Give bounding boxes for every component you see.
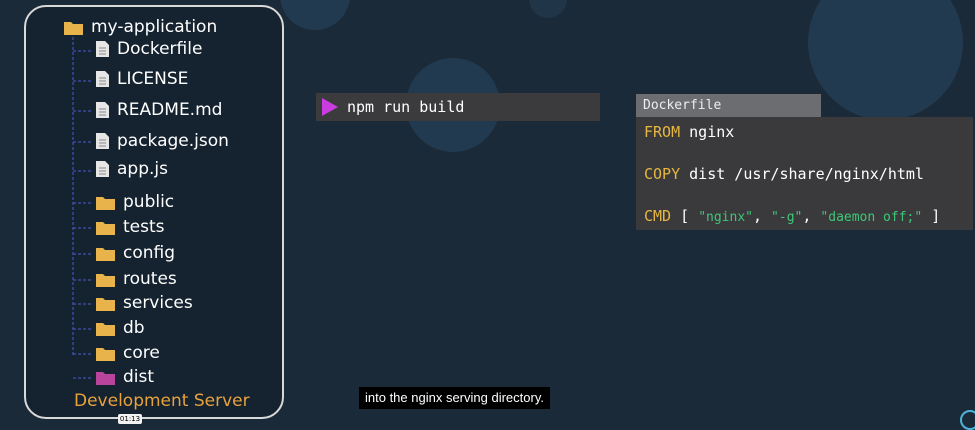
bracket: ] [931,207,941,225]
tree-folder[interactable]: routes [96,269,177,289]
dockerfile-body: FROM nginx COPY dist /usr/share/nginx/ht… [636,117,973,230]
tree-file-label: README.md [117,100,223,120]
tree-folder[interactable]: core [96,343,160,363]
tree-folder[interactable]: services [96,293,193,313]
tree-file[interactable]: app.js [96,159,168,179]
terminal-command: npm run build [316,93,600,121]
file-icon [96,71,109,87]
folder-icon [96,347,115,361]
tree-file-label: package.json [117,131,229,151]
file-tree-panel: my-application Dockerfile LICENSE README… [24,5,284,419]
line-text: dist /usr/share/nginx/html [689,165,924,183]
video-caption: into the nginx serving directory. [359,387,550,409]
keyword: COPY [644,165,681,183]
folder-icon [96,322,115,336]
bg-circle [280,0,350,30]
dockerfile-line: CMD [ "nginx", "-g", "daemon off;" ] [644,207,941,225]
tree-folder-label: services [123,293,193,313]
folder-icon [96,247,115,261]
tree-file[interactable]: Dockerfile [96,39,202,59]
bg-circle [808,0,963,120]
play-icon [322,98,338,116]
dockerfile-line: COPY dist /usr/share/nginx/html [644,165,924,183]
folder-icon [96,221,115,235]
tree-file-label: app.js [117,159,168,179]
tree-file[interactable]: LICENSE [96,69,188,89]
bracket: [ [680,207,690,225]
bg-circle [529,0,567,18]
keyword: FROM [644,123,681,141]
tree-folder[interactable]: tests [96,217,165,237]
tree-root[interactable]: my-application [64,17,217,37]
file-icon [96,133,109,149]
file-icon [96,102,109,118]
tree-folder-label: tests [123,217,165,237]
corner-logo [960,410,975,430]
string-arg: "-g" [771,210,803,225]
panel-label: Development Server [74,391,250,411]
dockerfile-tab[interactable]: Dockerfile [636,94,821,117]
keyword: CMD [644,207,672,225]
tree-file[interactable]: package.json [96,131,229,151]
line-text: nginx [689,123,735,141]
string-arg: "nginx" [698,210,753,225]
command-text: npm run build [347,98,465,116]
tree-folder[interactable]: config [96,243,175,263]
folder-icon [96,297,115,311]
string-arg: "daemon off;" [820,210,923,225]
dockerfile-line: FROM nginx [644,123,734,141]
tree-file[interactable]: README.md [96,100,222,120]
tree-folder-label: db [123,318,145,338]
tree-folder-label: config [123,243,176,263]
tree-root-label: my-application [91,17,218,37]
tree-folder[interactable]: public [96,192,174,212]
tree-folder[interactable]: db [96,318,145,338]
file-icon [96,161,109,177]
tree-file-label: Dockerfile [117,39,203,59]
folder-icon [96,273,115,287]
tree-folder-dist[interactable]: dist [96,367,154,387]
tree-folder-label: core [123,343,160,363]
tree-file-label: LICENSE [117,69,189,89]
file-icon [96,41,109,57]
folder-icon [64,21,83,35]
timestamp-badge: 01:13 [118,414,142,424]
folder-icon [96,371,115,385]
tree-folder-label: routes [123,269,177,289]
folder-icon [96,196,115,210]
tree-folder-label: dist [123,367,155,387]
tree-folder-label: public [123,192,175,212]
